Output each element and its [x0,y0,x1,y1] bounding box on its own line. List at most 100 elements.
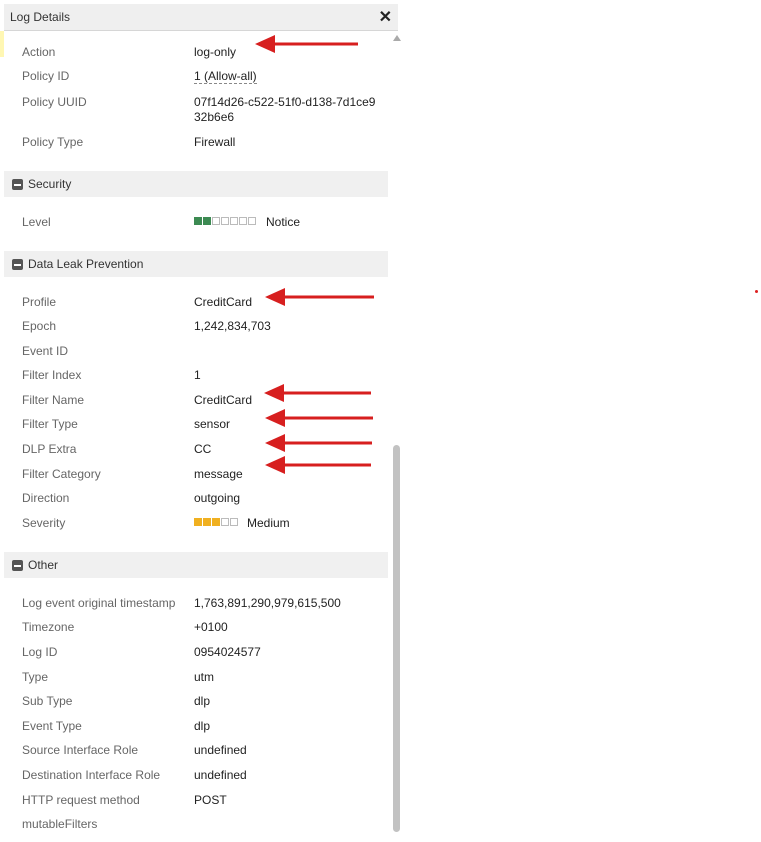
detail-row-log-event-original-timestamp: Log event original timestamp 1,763,891,29… [22,596,382,612]
detail-row-action: Action log-only [22,45,382,61]
detail-row-type: Type utm [22,670,382,686]
panel-titlebar: Log Details ✕ [4,4,398,31]
detail-row-filter-category: Filter Category message [22,467,382,483]
row-value: 1,242,834,703 [194,319,271,333]
row-key: Filter Name [22,393,85,407]
meter-segment [194,518,202,526]
meter-segment [230,217,238,225]
row-key: Severity [22,516,66,530]
row-key: Event ID [22,344,69,358]
meter-segment [248,217,256,225]
detail-row-policy-type: Policy Type Firewall [22,135,382,151]
level-text: Notice [266,215,301,229]
row-key: Source Interface Role [22,743,139,757]
row-value: 1 [194,368,201,382]
scrollbar[interactable] [392,31,402,842]
section-header-security[interactable]: Security [4,171,388,197]
section-title: Other [28,558,59,572]
detail-row-level: Level Notice [22,215,382,231]
meter-segment [212,518,220,526]
detail-row-event-type: Event Type dlp [22,719,382,735]
row-key: Filter Category [22,467,101,481]
detail-row-filter-name: Filter Name CreditCard [22,393,382,409]
detail-row-destination-interface-role: Destination Interface Role undefined [22,768,382,784]
detail-row-http-request-method: HTTP request method POST [22,793,382,809]
row-value: CC [194,442,212,456]
row-key: Direction [22,491,70,505]
meter-segment [239,217,247,225]
row-value: message [194,467,243,481]
row-key: DLP Extra [22,442,77,456]
row-value: sensor [194,417,231,431]
panel-title: Log Details [10,10,71,24]
detail-row-dlp-extra: DLP Extra CC [22,442,382,458]
row-value: utm [194,670,215,684]
meter-segment [212,217,220,225]
row-key: Filter Type [22,417,78,431]
detail-row-source-interface-role: Source Interface Role undefined [22,743,382,759]
background-highlight-strip [0,31,4,57]
detail-row-filter-type: Filter Type sensor [22,417,382,433]
scrollbar-thumb[interactable] [393,445,400,832]
meter-segment [203,217,211,225]
row-value: CreditCard [194,393,253,407]
row-value-continued: 32b6e6 [194,110,235,124]
row-value: Firewall [194,135,236,149]
section-title: Data Leak Prevention [28,257,144,271]
meter-segment [194,217,202,225]
row-key: Filter Index [22,368,82,382]
row-key: Log ID [22,645,58,659]
meter-segment [230,518,238,526]
collapse-icon[interactable] [12,179,23,190]
meter-segment [203,518,211,526]
row-key: Policy ID [22,69,70,83]
row-key: mutableFilters [22,817,98,831]
row-key: Profile [22,295,57,309]
scroll-up-arrow-icon[interactable] [393,35,401,41]
detail-row-mutablefilters: mutableFilters [22,817,382,833]
row-value: outgoing [194,491,241,505]
detail-row-event-id: Event ID [22,344,382,360]
row-value: 07f14d26-c522-51f0-d138-7d1ce9 [194,95,376,109]
detail-row-sub-type: Sub Type dlp [22,694,382,710]
row-value: log-only [194,45,237,59]
detail-row-epoch: Epoch 1,242,834,703 [22,319,382,335]
row-key: HTTP request method [22,793,140,807]
row-value: CreditCard [194,295,253,309]
stray-red-dot [755,290,758,293]
meter-segment [221,217,229,225]
severity-meter [194,518,238,527]
section-header-other[interactable]: Other [4,552,388,578]
row-key: Event Type [22,719,82,733]
collapse-icon[interactable] [12,259,23,270]
row-value: undefined [194,743,247,757]
severity-text: Medium [247,516,290,530]
row-value: dlp [194,694,211,708]
detail-row-severity: Severity Medium [22,516,382,532]
row-key: Epoch [22,319,57,333]
section-header-dlp[interactable]: Data Leak Prevention [4,251,388,277]
detail-row-filter-index: Filter Index 1 [22,368,382,384]
row-value: undefined [194,768,247,782]
row-value: 1,763,891,290,979,615,500 [194,596,341,610]
row-value: 0954024577 [194,645,261,659]
row-key: Destination Interface Role [22,768,161,782]
row-key: Log event original timestamp [22,596,176,610]
row-key: Type [22,670,49,684]
level-meter [194,217,256,226]
detail-row-profile: Profile CreditCard [22,295,382,311]
row-value: POST [194,793,227,807]
detail-row-policy-uuid: Policy UUID 07f14d26-c522-51f0-d138-7d1c… [22,95,382,127]
collapse-icon[interactable] [12,560,23,571]
row-key: Policy Type [22,135,84,149]
log-details-panel: Log Details ✕ Action log-only Policy ID … [4,4,402,842]
row-key: Action [22,45,56,59]
policy-id-link[interactable]: 1 (Allow-all) [194,69,257,84]
row-key: Timezone [22,620,75,634]
row-key: Policy UUID [22,95,87,109]
close-icon[interactable]: ✕ [379,7,392,27]
meter-segment [221,518,229,526]
detail-row-direction: Direction outgoing [22,491,382,507]
row-value: dlp [194,719,211,733]
row-value: +0100 [194,620,228,634]
